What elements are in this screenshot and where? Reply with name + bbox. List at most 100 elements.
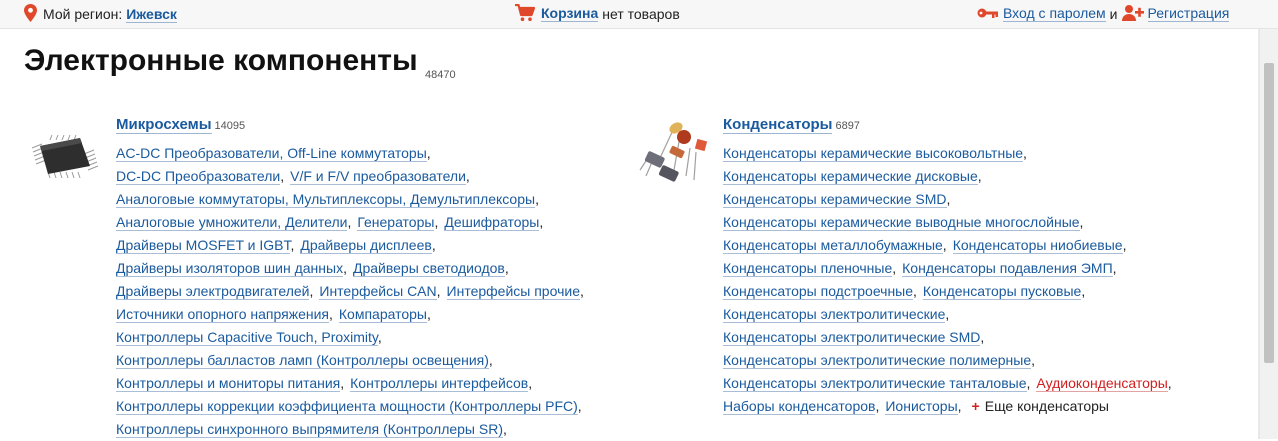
- separator: ,: [942, 237, 947, 253]
- separator: ,: [957, 398, 962, 414]
- subcategory-link[interactable]: Конденсаторы пусковые: [922, 283, 1082, 300]
- subcategory-line: Конденсаторы подстроечные, Конденсаторы п…: [723, 280, 1172, 303]
- subcategory-line: Наборы конденсаторов, Ионисторы, + Еще конд…: [723, 395, 1172, 418]
- key-icon: [977, 6, 999, 22]
- subcategory-link[interactable]: Контроллеры балластов ламп (Контроллеры …: [116, 352, 489, 369]
- region-label: Мой регион:: [43, 6, 123, 22]
- subcategory-line: Конденсаторы керамические выводные много…: [723, 211, 1172, 234]
- subcategory-line: Драйверы MOSFET и IGBT, Драйверы дисплеев…: [116, 234, 584, 257]
- separator: ,: [535, 191, 539, 207]
- subcategory-link[interactable]: Конденсаторы электролитические SMD: [723, 329, 981, 346]
- separator: ,: [436, 283, 441, 299]
- subcategory-link[interactable]: Дешифраторы: [444, 214, 540, 231]
- separator: ,: [434, 214, 439, 230]
- region-value-link[interactable]: Ижевск: [126, 6, 177, 23]
- cart-icon: [515, 3, 536, 25]
- subcategory-link[interactable]: Конденсаторы пленочные: [723, 260, 893, 277]
- subcategory-link[interactable]: Конденсаторы керамические высоковольтные: [723, 145, 1024, 162]
- subcategory-link[interactable]: Ионисторы: [885, 398, 958, 415]
- subcategory-link[interactable]: Конденсаторы электролитические полимерны…: [723, 352, 1032, 369]
- separator: ,: [377, 329, 382, 345]
- category-link-capacitors[interactable]: Конденсаторы: [723, 116, 833, 134]
- separator: ,: [945, 306, 950, 322]
- subcategory-line: Конденсаторы керамические SMD,: [723, 188, 1172, 211]
- subcategory-line: Конденсаторы электролитические танталовы…: [723, 372, 1172, 395]
- separator: ,: [579, 283, 584, 299]
- subcategory-link[interactable]: Контроллеры Capacitive Touch, Proximity: [116, 329, 378, 346]
- subcategory-link[interactable]: Источники опорного напряжения: [116, 306, 330, 323]
- subcategory-link[interactable]: AC-DC Преобразователи, Off-Line коммутат…: [116, 145, 427, 162]
- subcategory-link[interactable]: Драйверы изоляторов шин данных: [116, 260, 344, 277]
- separator: ,: [892, 260, 897, 276]
- separator: ,: [426, 145, 431, 161]
- scrollbar[interactable]: [1259, 29, 1278, 439]
- subcategory-link[interactable]: Интерфейсы прочие: [446, 283, 580, 300]
- subcategory-link[interactable]: Контроллеры коррекции коэффициента мощно…: [116, 398, 578, 415]
- cart-link[interactable]: Корзина: [541, 6, 599, 22]
- separator: ,: [1112, 260, 1117, 276]
- cart-widget[interactable]: Корзина нет товаров: [515, 0, 680, 28]
- separator: ,: [504, 260, 509, 276]
- subcategory-line: Контроллеры и мониторы питания, Контролле…: [116, 372, 584, 395]
- separator: ,: [913, 283, 917, 299]
- subcategory-link[interactable]: Драйверы электродвигателей: [116, 283, 310, 300]
- subcategory-link[interactable]: Аудиоконденсаторы: [1036, 375, 1168, 392]
- subcategory-link[interactable]: Конденсаторы керамические дисковые: [723, 168, 978, 185]
- separator: ,: [1167, 375, 1172, 391]
- subcategory-line: Контроллеры синхронного выпрямителя (Кон…: [116, 418, 584, 441]
- subcategory-link[interactable]: Наборы конденсаторов: [723, 398, 876, 415]
- subcategory-line: Контроллеры коррекции коэффициента мощно…: [116, 395, 584, 418]
- subcategory-link[interactable]: Конденсаторы электролитические танталовы…: [723, 375, 1027, 392]
- subcategory-link[interactable]: Аналоговые умножители, Делители: [116, 214, 348, 231]
- login-link[interactable]: Вход с паролем: [1003, 6, 1106, 22]
- subcategory-link[interactable]: Компараторы: [338, 306, 427, 323]
- auth-links: Вход с паролем и Регистрация: [977, 0, 1230, 28]
- subcategory-link[interactable]: Конденсаторы подстроечные: [723, 283, 914, 300]
- separator: ,: [539, 214, 544, 230]
- subcategory-link[interactable]: DC-DC Преобразователи: [116, 168, 281, 185]
- subcategory-link[interactable]: Генераторы: [357, 214, 435, 231]
- separator: ,: [340, 375, 345, 391]
- separator: ,: [875, 398, 880, 414]
- subcategory-link[interactable]: Драйверы MOSFET и IGBT: [116, 237, 291, 254]
- separator: ,: [577, 398, 582, 414]
- subcategory-link[interactable]: Конденсаторы керамические SMD: [723, 191, 947, 208]
- page-title: Электронные компоненты: [24, 44, 418, 77]
- scrollbar-thumb[interactable]: [1264, 63, 1274, 363]
- subcategory-line: Драйверы изоляторов шин данных, Драйверы …: [116, 257, 584, 280]
- separator: ,: [946, 191, 951, 207]
- subcategory-line: DC-DC Преобразователи, V/F и F/V преобраз…: [116, 165, 584, 188]
- subcategory-link[interactable]: Контроллеры синхронного выпрямителя (Кон…: [116, 421, 503, 438]
- category-link-microchips[interactable]: Микросхемы: [116, 116, 212, 134]
- separator: ,: [528, 375, 533, 391]
- microchip-image[interactable]: [28, 134, 100, 180]
- subcategory-link[interactable]: Конденсаторы подавления ЭМП: [902, 260, 1113, 277]
- subcategory-link[interactable]: Конденсаторы электролитические: [723, 306, 946, 323]
- subcategory-line: Аналоговые умножители, Делители, Генерато…: [116, 211, 584, 234]
- subcategory-link[interactable]: Конденсаторы ниобиевые: [952, 237, 1123, 254]
- category-count: 14095: [214, 120, 246, 132]
- subcategory-link[interactable]: Контроллеры интерфейсов: [350, 375, 529, 392]
- subcategory-link[interactable]: Аналоговые коммутаторы, Мультиплексоры, …: [116, 191, 536, 208]
- subcategory-link[interactable]: Контроллеры и мониторы питания: [116, 375, 341, 392]
- page-item-count: 48470: [425, 69, 456, 81]
- subcategory-link[interactable]: Конденсаторы металлобумажные: [723, 237, 943, 254]
- subcategory-line: Конденсаторы металлобумажные, Конденсатор…: [723, 234, 1172, 257]
- subcategory-link[interactable]: V/F и F/V преобразователи: [290, 168, 466, 185]
- subcategory-link[interactable]: Конденсаторы керамические выводные много…: [723, 214, 1080, 231]
- capacitors-image[interactable]: [630, 118, 710, 192]
- separator: ,: [977, 168, 982, 184]
- category-title-capacitors: Конденсаторы 6897: [723, 116, 860, 134]
- separator: ,: [503, 421, 507, 437]
- separator: ,: [427, 306, 431, 322]
- separator: ,: [1122, 237, 1127, 253]
- register-link[interactable]: Регистрация: [1147, 6, 1230, 22]
- more-capacitors-link[interactable]: + Еще конденсаторы: [972, 398, 1109, 414]
- subcategory-link[interactable]: Интерфейсы CAN: [319, 283, 437, 300]
- separator: ,: [1023, 145, 1027, 161]
- subcategory-link[interactable]: Драйверы светодиодов: [352, 260, 505, 277]
- subcategory-link[interactable]: Драйверы дисплеев: [300, 237, 432, 254]
- region-selector[interactable]: Мой регион: Ижевск: [24, 0, 177, 28]
- separator: ,: [329, 306, 333, 322]
- separator: ,: [343, 260, 347, 276]
